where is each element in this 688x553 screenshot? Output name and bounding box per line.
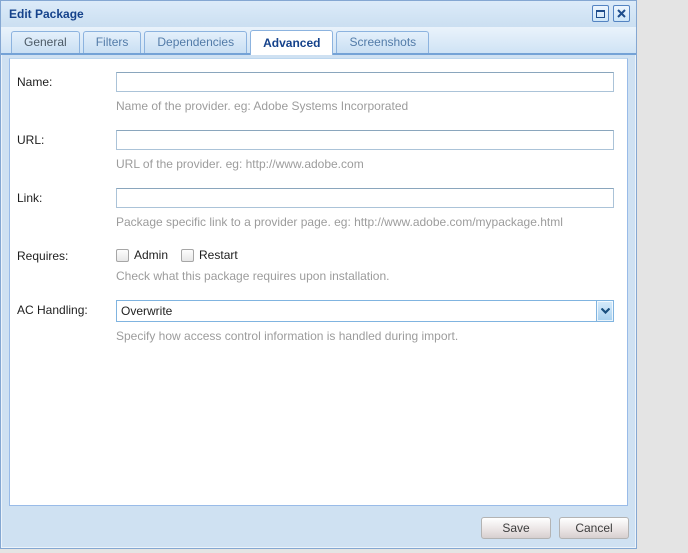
tab-dependencies[interactable]: Dependencies xyxy=(144,31,248,53)
name-label: Name: xyxy=(17,75,53,89)
requires-help-text: Check what this package requires upon in… xyxy=(116,269,390,283)
restart-checkbox-text: Restart xyxy=(199,248,238,262)
ac-handling-field-row: AC Handling: Specify how access control … xyxy=(17,300,614,360)
link-help-text: Package specific link to a provider page… xyxy=(116,215,563,229)
save-button[interactable]: Save xyxy=(481,516,551,539)
url-field-row: URL: URL of the provider. eg: http://www… xyxy=(17,130,614,188)
name-input[interactable] xyxy=(116,72,614,92)
admin-checkbox-text: Admin xyxy=(134,248,169,262)
requires-label: Requires: xyxy=(17,249,69,263)
edit-package-dialog: Edit Package General Filters Dependencie… xyxy=(0,0,637,549)
admin-checkbox[interactable] xyxy=(116,248,129,262)
tab-general[interactable]: General xyxy=(11,31,80,53)
tab-strip: General Filters Dependencies Advanced Sc… xyxy=(1,27,636,55)
close-button[interactable] xyxy=(613,5,630,22)
cancel-button[interactable]: Cancel xyxy=(559,516,629,539)
dialog-title: Edit Package xyxy=(9,7,84,21)
admin-checkbox-label[interactable]: Admin xyxy=(116,248,168,262)
link-input[interactable] xyxy=(116,188,614,208)
ac-handling-help-text: Specify how access control information i… xyxy=(116,329,459,343)
restart-checkbox[interactable] xyxy=(181,248,195,262)
requires-checkbox-group: Admin Restart xyxy=(116,246,614,262)
url-help-text: URL of the provider. eg: http://www.adob… xyxy=(116,157,364,171)
dialog-titlebar[interactable]: Edit Package xyxy=(1,1,636,27)
restore-button[interactable] xyxy=(592,5,609,22)
link-field-row: Link: Package specific link to a provide… xyxy=(17,188,614,246)
url-input[interactable] xyxy=(116,130,614,150)
restart-checkbox-label[interactable]: Restart xyxy=(181,248,238,262)
tab-screenshots[interactable]: Screenshots xyxy=(336,31,430,53)
requires-field-row: Requires: Admin Restart Check what this … xyxy=(17,246,614,300)
tab-filters[interactable]: Filters xyxy=(82,31,142,53)
ac-handling-label: AC Handling: xyxy=(17,303,88,317)
window-tools xyxy=(592,5,630,22)
restore-icon xyxy=(596,9,605,18)
ac-handling-input[interactable] xyxy=(116,300,596,322)
ac-handling-combobox xyxy=(116,300,614,322)
tab-advanced[interactable]: Advanced xyxy=(250,30,334,55)
chevron-down-icon xyxy=(600,308,610,314)
dialog-footer: Save Cancel xyxy=(1,509,636,546)
link-label: Link: xyxy=(17,191,43,205)
url-label: URL: xyxy=(17,133,45,147)
name-help-text: Name of the provider. eg: Adobe Systems … xyxy=(116,99,409,113)
ac-handling-dropdown-trigger[interactable] xyxy=(596,300,614,322)
name-field-row: Name: Name of the provider. eg: Adobe Sy… xyxy=(17,72,614,130)
advanced-tab-panel: Name: Name of the provider. eg: Adobe Sy… xyxy=(9,58,628,506)
close-icon xyxy=(617,9,626,18)
